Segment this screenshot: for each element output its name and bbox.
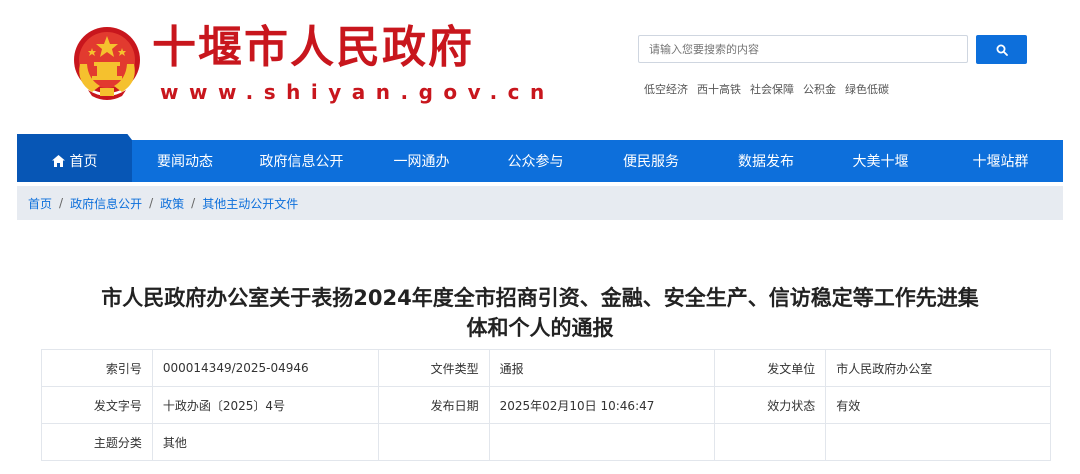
nav-item-news[interactable]: 要闻动态 — [132, 140, 238, 182]
hotword-link[interactable]: 社会保障 — [750, 81, 794, 97]
breadcrumb-separator: / — [191, 196, 196, 210]
home-icon — [51, 155, 65, 167]
meta-value: 通报 — [488, 349, 716, 387]
meta-label: 发文单位 — [714, 349, 827, 387]
meta-label: 发布日期 — [377, 386, 490, 424]
breadcrumb-item-home[interactable]: 首页 — [28, 195, 52, 212]
nav-item-beautiful-shiyan[interactable]: 大美十堰 — [823, 140, 938, 182]
hotword-link[interactable]: 公积金 — [803, 81, 836, 97]
breadcrumb-separator: / — [59, 196, 64, 210]
meta-label: 索引号 — [41, 349, 153, 387]
hotword-link[interactable]: 西十高铁 — [697, 81, 741, 97]
national-emblem-icon — [74, 27, 140, 100]
meta-value: 000014349/2025-04946 — [151, 349, 379, 387]
breadcrumb-item-policy[interactable]: 政策 — [160, 195, 184, 212]
search-button[interactable] — [976, 35, 1027, 64]
hotword-link[interactable]: 绿色低碳 — [845, 81, 889, 97]
breadcrumb-item-other-files[interactable]: 其他主动公开文件 — [202, 195, 298, 212]
meta-value: 其他 — [151, 423, 379, 461]
site-url: www.shiyan.gov.cn — [160, 80, 555, 104]
page-title-line: 市人民政府办公室关于表扬2024年度全市招商引资、金融、安全生产、信访稳定等工作… — [101, 286, 979, 310]
nav-item-data-release[interactable]: 数据发布 — [709, 140, 823, 182]
meta-value: 十政办函〔2025〕4号 — [151, 386, 379, 424]
table-row: 发文字号 十政办函〔2025〕4号 发布日期 2025年02月10日 10:46… — [41, 386, 1051, 424]
meta-label: 文件类型 — [377, 349, 490, 387]
nav-item-online-service[interactable]: 一网通办 — [365, 140, 478, 182]
search-icon — [996, 44, 1008, 56]
hot-search-words: 低空经济 西十高铁 社会保障 公积金 绿色低碳 — [644, 81, 898, 97]
nav-item-home[interactable]: 首页 — [17, 134, 132, 182]
meta-label: 发文字号 — [41, 386, 153, 424]
meta-label — [377, 423, 490, 461]
search-input[interactable] — [638, 35, 968, 63]
meta-value — [488, 423, 716, 461]
nav-item-convenience[interactable]: 便民服务 — [593, 140, 709, 182]
nav-item-site-group[interactable]: 十堰站群 — [938, 140, 1063, 182]
meta-label: 效力状态 — [714, 386, 827, 424]
meta-label: 主题分类 — [41, 423, 153, 461]
home-tab-shape — [17, 134, 132, 140]
breadcrumb: 首页 / 政府信息公开 / 政策 / 其他主动公开文件 — [17, 186, 1063, 220]
table-row: 主题分类 其他 — [41, 423, 1051, 461]
breadcrumb-separator: / — [149, 196, 154, 210]
table-row: 索引号 000014349/2025-04946 文件类型 通报 发文单位 市人… — [41, 349, 1051, 387]
page-title-line: 体和个人的通报 — [466, 316, 614, 340]
meta-value: 有效 — [825, 386, 1051, 424]
meta-value — [825, 423, 1051, 461]
meta-value: 2025年02月10日 10:46:47 — [488, 386, 716, 424]
site-title: 十堰市人民政府 — [152, 22, 474, 73]
page-title: 市人民政府办公室关于表扬2024年度全市招商引资、金融、安全生产、信访稳定等工作… — [20, 283, 1060, 343]
nav-item-label: 首页 — [69, 154, 98, 170]
hotword-link[interactable]: 低空经济 — [644, 81, 688, 97]
meta-label — [714, 423, 827, 461]
document-meta-table: 索引号 000014349/2025-04946 文件类型 通报 发文单位 市人… — [41, 349, 1051, 461]
meta-value: 市人民政府办公室 — [825, 349, 1051, 387]
breadcrumb-item-gov-info[interactable]: 政府信息公开 — [70, 195, 142, 212]
site-header: 十堰市人民政府 www.shiyan.gov.cn 低空经济 西十高铁 社会保障… — [0, 0, 1080, 134]
nav-item-public-participation[interactable]: 公众参与 — [478, 140, 593, 182]
main-nav: 首页 要闻动态 政府信息公开 一网通办 公众参与 便民服务 数据发布 大美十堰 … — [17, 134, 1063, 182]
nav-item-gov-info[interactable]: 政府信息公开 — [238, 140, 365, 182]
